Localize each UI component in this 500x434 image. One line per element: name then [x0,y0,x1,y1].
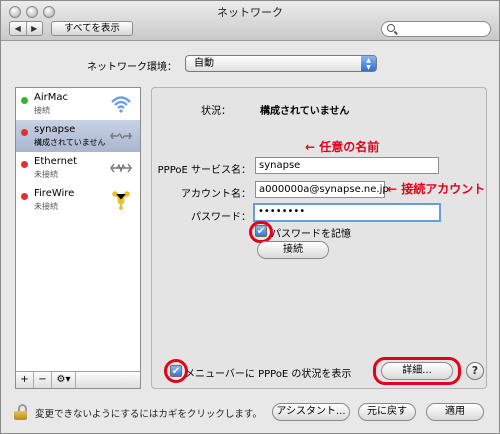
connect-button[interactable]: 接続 [257,241,329,259]
assistant-button[interactable]: アシスタント... [272,403,350,421]
status-value: 構成されていません [260,106,350,117]
show-in-menubar-checkbox[interactable]: ✔ [170,365,182,377]
network-preferences-window: ネットワーク ◀ ▶ すべてを表示 ネットワーク環境： 自動 ▲ ▼ AirMac… [0,0,500,434]
remember-password-checkbox[interactable]: ✔ [255,225,267,237]
status-dot [21,193,28,200]
service-status: 構成されていません [34,138,106,147]
advanced-button[interactable]: 詳細... [381,362,453,380]
service-name: AirMac [34,92,68,103]
wifi-icon [110,94,132,114]
remove-service-button[interactable]: − [34,372,52,388]
ppp-icon [110,126,132,146]
lock-icon[interactable] [14,404,28,420]
account-annotation: ← 接続アカウント [387,182,486,196]
service-status: 未接続 [34,170,58,179]
back-button[interactable]: ◀ [10,22,26,35]
service-status: 未接続 [34,202,58,211]
password-field[interactable]: •••••••• [253,203,441,222]
service-name-label: PPPoE サービス名： [157,165,251,176]
password-label: パスワード： [191,212,251,223]
service-status: 接続 [34,106,50,115]
service-name: synapse [34,124,76,135]
title-bar: ネットワーク ◀ ▶ すべてを表示 [1,1,499,41]
service-name: FireWire [34,188,75,199]
location-label: ネットワーク環境： [87,62,177,73]
lock-hint-text: 変更できないようにするにはカギをクリックします。 [35,409,262,420]
action-menu-button[interactable]: ⚙▾ [52,372,76,388]
status-dot [21,129,28,136]
service-item-ethernet[interactable]: Ethernet 未接続 [16,152,140,184]
back-forward-control: ◀ ▶ [9,21,43,36]
status-label: 状況： [201,106,231,117]
updown-arrows-icon: ▲ ▼ [361,56,376,71]
help-button[interactable]: ? [466,362,484,380]
service-item-airmac[interactable]: AirMac 接続 [16,88,140,120]
service-list-toolbar: + − ⚙▾ [15,371,141,389]
search-icon [387,24,395,32]
search-field[interactable] [381,21,491,37]
show-all-button[interactable]: すべてを表示 [51,21,133,36]
window-title: ネットワーク [217,6,283,19]
account-field[interactable]: a000000a@synapse.ne.jp [255,181,389,198]
status-dot [21,161,28,168]
firewire-icon [110,190,132,210]
location-value: 自動 [194,58,214,69]
account-label: アカウント名： [181,189,251,200]
service-name-annotation: ← 任意の名前 [305,140,380,154]
apply-button[interactable]: 適用 [426,403,484,421]
location-select[interactable]: 自動 ▲ ▼ [185,55,377,72]
add-service-button[interactable]: + [16,372,34,388]
show-in-menubar-label: メニューバーに PPPoE の状況を表示 [185,369,352,380]
status-dot [21,97,28,104]
revert-button[interactable]: 元に戻す [358,403,416,421]
service-item-synapse[interactable]: synapse 構成されていません [16,120,140,152]
service-name-field[interactable]: synapse [255,157,439,174]
service-item-firewire[interactable]: FireWire 未接続 [16,184,140,216]
service-list: AirMac 接続 synapse 構成されていません Ethernet 未接続… [15,87,141,389]
ethernet-icon [110,158,132,178]
service-name: Ethernet [34,156,78,167]
forward-button[interactable]: ▶ [25,22,43,35]
remember-password-label: パスワードを記憶 [271,229,351,240]
